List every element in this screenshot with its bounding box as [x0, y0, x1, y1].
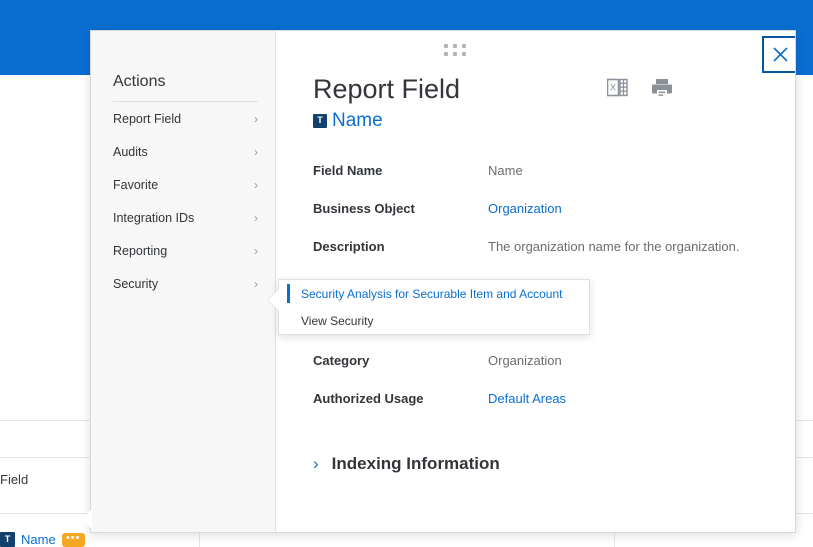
- page-title: Report Field: [313, 75, 795, 105]
- flyout-arrow-icon: [268, 289, 279, 311]
- sidebar-item-label: Favorite: [113, 178, 158, 192]
- property-label: Business Object: [313, 201, 488, 216]
- page-subtitle: T Name: [313, 110, 795, 132]
- table-row[interactable]: T Name •••: [0, 532, 85, 547]
- sidebar-title: Actions: [91, 73, 275, 101]
- drag-handle-icon[interactable]: [444, 44, 466, 57]
- flyout-item-label: View Security: [301, 314, 373, 328]
- sidebar-item-favorite[interactable]: Favorite ›: [91, 168, 275, 201]
- handle-dot: [444, 52, 448, 56]
- chevron-right-icon: ›: [254, 113, 258, 125]
- property-value-link[interactable]: Default Areas: [488, 391, 566, 406]
- property-row-category: Category Organization: [313, 353, 795, 391]
- page-subtitle-label: Name: [332, 110, 383, 132]
- handle-dot: [453, 44, 457, 48]
- sidebar-item-audits[interactable]: Audits ›: [91, 135, 275, 168]
- row-overflow-menu-icon[interactable]: •••: [62, 533, 85, 547]
- close-icon: [772, 46, 789, 63]
- flyout-item-view-security[interactable]: View Security: [279, 307, 589, 334]
- sidebar-item-reporting[interactable]: Reporting ›: [91, 234, 275, 267]
- property-row-authorized-usage: Authorized Usage Default Areas: [313, 391, 795, 429]
- property-value: Organization: [488, 353, 562, 368]
- property-value-link[interactable]: Organization: [488, 201, 562, 216]
- property-row-field-name: Field Name Name: [313, 163, 795, 201]
- handle-dot: [453, 52, 457, 56]
- sidebar-item-label: Report Field: [113, 112, 181, 126]
- field-type-badge-icon: T: [313, 114, 327, 128]
- handle-dot: [444, 44, 448, 48]
- property-label: Authorized Usage: [313, 391, 488, 406]
- property-label: Description: [313, 239, 488, 254]
- sidebar-item-label: Audits: [113, 145, 148, 159]
- chevron-right-icon: ›: [254, 212, 258, 224]
- svg-text:X: X: [610, 83, 616, 93]
- table-cell-name-link[interactable]: Name: [21, 532, 56, 547]
- property-row-description: Description The organization name for th…: [313, 239, 795, 277]
- chevron-right-icon: ›: [313, 455, 319, 472]
- section-title: Indexing Information: [332, 454, 500, 474]
- flyout-item-security-analysis[interactable]: Security Analysis for Securable Item and…: [279, 280, 589, 307]
- property-value: The organization name for the organizati…: [488, 239, 740, 254]
- flyout-item-label: Security Analysis for Securable Item and…: [301, 287, 562, 301]
- tooltip-arrow-icon: [82, 509, 92, 529]
- chevron-right-icon: ›: [254, 179, 258, 191]
- property-label: Field Name: [313, 163, 488, 178]
- sidebar-item-integration-ids[interactable]: Integration IDs ›: [91, 201, 275, 234]
- security-flyout-menu: Security Analysis for Securable Item and…: [278, 279, 590, 335]
- header-action-icons: X: [607, 78, 673, 105]
- print-icon[interactable]: [651, 78, 673, 105]
- property-row-business-object: Business Object Organization: [313, 201, 795, 239]
- sidebar-item-label: Reporting: [113, 244, 167, 258]
- property-value: Name: [488, 163, 523, 178]
- export-to-excel-icon[interactable]: X: [607, 78, 628, 105]
- field-type-badge-icon: T: [0, 532, 15, 547]
- handle-dot: [462, 44, 466, 48]
- table-column-header-label: Field: [0, 472, 28, 487]
- handle-dot: [462, 52, 466, 56]
- sidebar-item-report-field[interactable]: Report Field ›: [91, 102, 275, 135]
- property-label: Category: [313, 353, 488, 368]
- chevron-right-icon: ›: [254, 146, 258, 158]
- chevron-right-icon: ›: [254, 278, 258, 290]
- actions-sidebar: Actions Report Field › Audits › Favorite…: [91, 31, 276, 532]
- sidebar-item-label: Security: [113, 277, 158, 291]
- sidebar-item-security[interactable]: Security ›: [91, 267, 275, 300]
- chevron-right-icon: ›: [254, 245, 258, 257]
- sidebar-item-label: Integration IDs: [113, 211, 194, 225]
- close-button[interactable]: [762, 36, 796, 73]
- indexing-information-section-toggle[interactable]: › Indexing Information: [313, 454, 795, 474]
